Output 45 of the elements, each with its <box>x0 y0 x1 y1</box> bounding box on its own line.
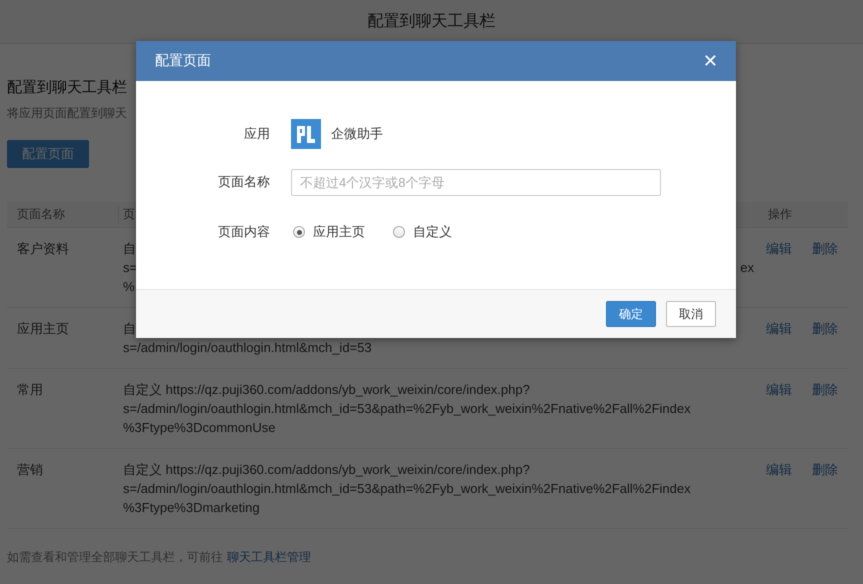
cancel-button[interactable]: 取消 <box>666 301 716 327</box>
close-button[interactable]: ✕ <box>702 50 718 72</box>
field-label: 页面名称 <box>217 173 271 191</box>
section-heading: 配置到聊天工具栏 <box>7 78 128 97</box>
page-content-text: 自 <box>123 241 136 256</box>
page-name-cell-text: 营销 <box>16 461 44 479</box>
delete-link[interactable]: 删除 <box>812 239 838 296</box>
page-name-input[interactable]: 不超过4个汉字或8个字母 <box>291 168 661 196</box>
field-label: 应用 <box>243 125 271 143</box>
page-content-text: ex <box>740 260 754 275</box>
delete-link[interactable]: 删除 <box>812 380 838 437</box>
edit-link[interactable]: 编辑 <box>766 380 792 437</box>
radio-label[interactable]: 自定义 <box>413 223 452 241</box>
app-name: 企微助手 <box>331 125 383 143</box>
page-content-text: 自定义 https://qz.puji360.com/addons/yb_work_weixin/core/index.php? <box>123 382 530 397</box>
page-content-text: %3Ftype%3DcommonUse <box>123 420 276 435</box>
page-title: 配置到聊天工具栏 <box>368 12 496 32</box>
configure-page-button[interactable]: 配置页面 <box>7 140 89 168</box>
edit-link[interactable]: 编辑 <box>766 460 792 517</box>
page-content-text: s=/admin/login/oauthlogin.html&mch_id=53 <box>123 340 372 355</box>
radio-button[interactable] <box>293 226 305 238</box>
delete-link[interactable]: 删除 <box>812 460 838 517</box>
page-content-text: % <box>123 279 135 294</box>
toolbar-management-link[interactable]: 聊天工具栏管理 <box>227 550 311 564</box>
dialog-title: 配置页面 <box>155 52 211 70</box>
page-name-cell-text: 常用 <box>16 381 44 399</box>
radio-label[interactable]: 应用主页 <box>313 223 365 241</box>
confirm-button[interactable]: 确定 <box>606 301 656 327</box>
column-header: 操作 <box>767 206 793 223</box>
page-name-cell-text: 客户资料 <box>16 240 70 258</box>
page-content-text: s=/admin/login/oauthlogin.html&mch_id=53&path=%2Fyb_work_weixin%2Fnative%2Fall%2Findex <box>123 401 691 416</box>
page-content-text: 自定义 https://qz.puji360.com/addons/yb_work_weixin/core/index.php? <box>123 462 530 477</box>
radio-button[interactable] <box>393 226 405 238</box>
field-label: 页面内容 <box>217 223 271 241</box>
page-content-text: %3Ftype%3Dmarketing <box>123 500 260 515</box>
page-content-text: s= <box>123 260 138 275</box>
edit-link[interactable]: 编辑 <box>766 239 792 296</box>
edit-link[interactable]: 编辑 <box>766 319 792 357</box>
column-header: 页面名称 <box>16 206 66 223</box>
app-logo-icon <box>291 119 321 149</box>
section-description: 将应用页面配置到聊天 <box>7 105 128 122</box>
page-content-text: 自 <box>123 321 136 336</box>
page-content-text: s=/admin/login/oauthlogin.html&mch_id=53&path=%2Fyb_work_weixin%2Fnative%2Fall%2Findex <box>123 481 691 496</box>
delete-link[interactable]: 删除 <box>812 319 838 357</box>
page-name-cell-text: 应用主页 <box>16 320 70 338</box>
